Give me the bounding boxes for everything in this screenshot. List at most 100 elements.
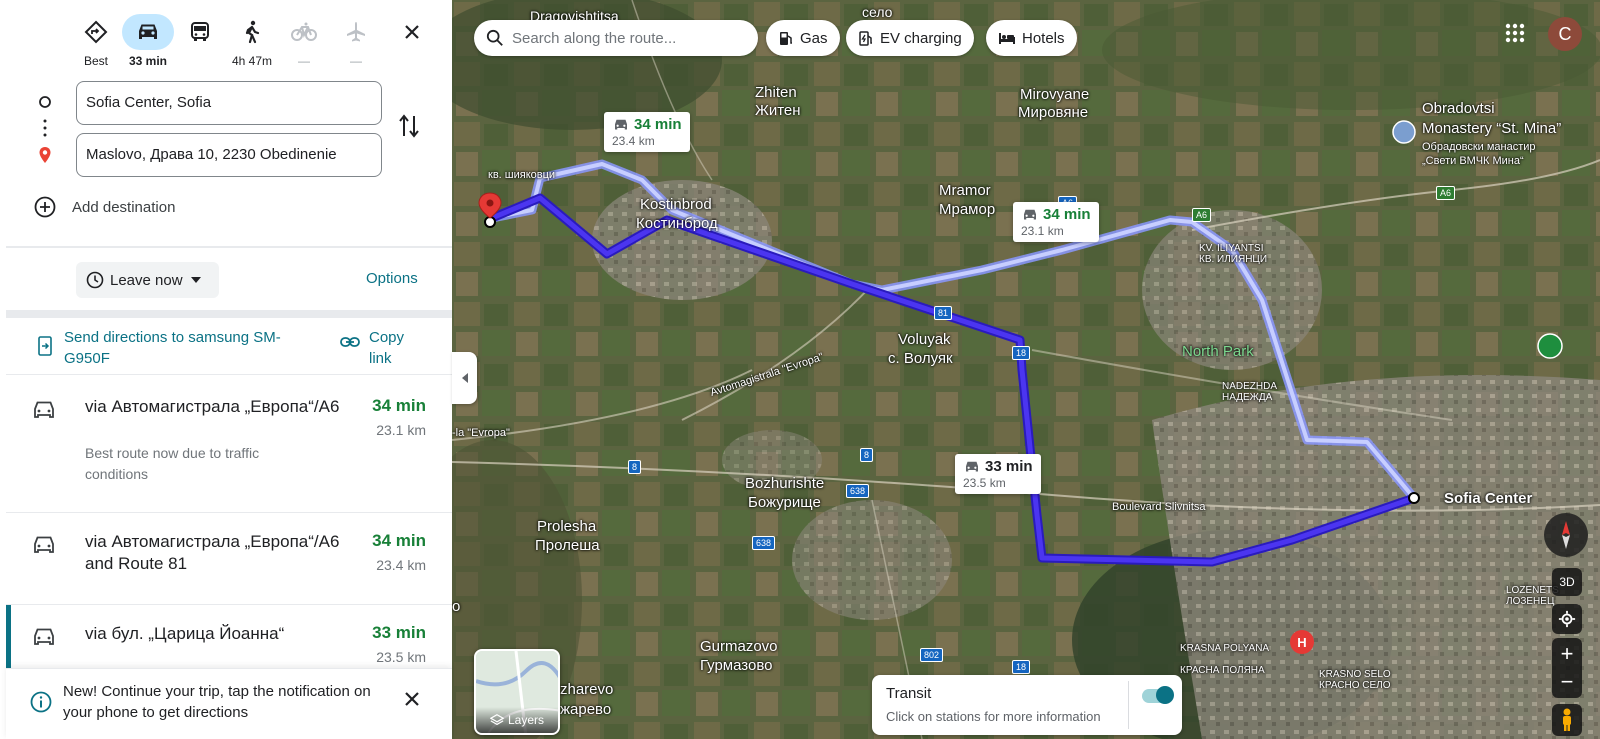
- road-shield: 18: [1012, 660, 1031, 674]
- road-shield: 638: [752, 536, 776, 550]
- place-label: „Свети ВМЧК Мина“: [1422, 155, 1524, 167]
- origin-input[interactable]: Sofia Center, Sofia: [76, 81, 382, 125]
- search-placeholder: Search along the route...: [512, 29, 677, 47]
- info-icon: [30, 691, 52, 713]
- transit-layer-card: Transit Click on stations for more infor…: [872, 675, 1182, 735]
- place-label: Zhiten: [755, 84, 797, 101]
- collapse-panel-button[interactable]: [452, 352, 477, 404]
- transit-subtitle: Click on stations for more information: [886, 709, 1101, 724]
- leave-now-dropdown[interactable]: Leave now: [76, 262, 219, 298]
- mode-flights[interactable]: —: [330, 14, 382, 70]
- mode-driving[interactable]: 33 min: [122, 14, 174, 70]
- walking-icon: [245, 20, 260, 44]
- bed-icon: [999, 33, 1015, 44]
- mode-walking[interactable]: 4h 47m: [226, 14, 278, 70]
- hotels-chip[interactable]: Hotels: [986, 20, 1077, 56]
- add-circle-icon: [34, 196, 56, 218]
- place-label: жарево: [560, 701, 612, 718]
- route-option[interactable]: via Автомагистрала „Европа“/A6 and Route…: [6, 513, 452, 605]
- route-distance: 23.4 km: [376, 557, 426, 573]
- route-callout[interactable]: 33 min 23.5 km: [955, 454, 1041, 494]
- place-label: Костинброд: [636, 215, 718, 232]
- svg-text:H: H: [1297, 635, 1306, 650]
- zoom-in-button[interactable]: +: [1561, 640, 1574, 668]
- clock-icon: [86, 271, 104, 289]
- road-shield: A6: [1192, 208, 1212, 222]
- car-icon: [1024, 209, 1036, 219]
- link-icon: [340, 337, 360, 347]
- zoom-controls: + −: [1552, 638, 1582, 698]
- road-label: Boulevard Slivnitsa: [1112, 501, 1206, 513]
- route-title: via бул. „Царица Йоанна“: [85, 624, 285, 643]
- place-label: LOZENETS: [1506, 585, 1559, 596]
- chevron-down-icon: [190, 277, 201, 283]
- compass-control[interactable]: [1544, 513, 1588, 557]
- apps-grid-icon: [1505, 23, 1525, 43]
- route-option[interactable]: via Автомагистрала „Европа“/A6 Best rout…: [6, 378, 452, 513]
- place-label: Божурище: [748, 494, 821, 511]
- road-shield: A6: [1436, 186, 1456, 200]
- pegman-icon: [1563, 708, 1571, 731]
- bus-icon: [191, 22, 209, 41]
- caret-left-icon: [461, 373, 468, 383]
- mode-transit[interactable]: [174, 14, 226, 70]
- road-shield: 18: [1012, 346, 1031, 360]
- notification-banner: New! Continue your trip, tap the notific…: [6, 668, 452, 739]
- road-shield: 8: [860, 448, 874, 462]
- travel-mode-bar: Best 33 min 4h 47m — —: [70, 14, 380, 70]
- route-callout[interactable]: 34 min 23.4 km: [604, 112, 690, 152]
- options-button[interactable]: Options: [366, 270, 418, 287]
- close-icon: [405, 25, 419, 39]
- bicycle-icon: [291, 22, 317, 41]
- search-icon: [486, 29, 503, 46]
- road-label: -la "Evropa": [452, 427, 510, 439]
- park-marker[interactable]: [1537, 333, 1563, 359]
- layers-button[interactable]: Layers: [474, 649, 560, 735]
- route-description: Best route now due to traffic conditions: [85, 445, 260, 482]
- close-directions-button[interactable]: [398, 18, 426, 46]
- transit-toggle[interactable]: [1142, 686, 1174, 704]
- google-apps-button[interactable]: [1500, 18, 1530, 48]
- road-shield: 8: [628, 460, 642, 474]
- place-label: zharevo: [560, 681, 614, 698]
- route-callout[interactable]: 34 min 23.1 km: [1013, 202, 1099, 242]
- car-icon: [34, 401, 54, 418]
- place-label: Мрамор: [939, 201, 996, 218]
- place-label: село: [862, 4, 893, 20]
- close-icon[interactable]: [404, 691, 420, 707]
- place-label: КВ. ИЛИЯНЦИ: [1199, 254, 1268, 265]
- gas-chip[interactable]: Gas: [766, 20, 840, 56]
- route-distance: 23.5 km: [376, 649, 426, 665]
- car-icon: [34, 536, 54, 553]
- destination-pin-icon: [39, 147, 51, 163]
- notification-text: New! Continue your trip, tap the notific…: [63, 683, 371, 721]
- 3d-button[interactable]: 3D: [1552, 568, 1582, 596]
- zoom-out-button[interactable]: −: [1561, 668, 1574, 696]
- route-time: 33 min: [372, 623, 426, 642]
- place-label: Обрадовски манастир: [1422, 141, 1536, 153]
- send-directions-link[interactable]: Send directions to samsung SM-G950F: [64, 327, 314, 369]
- origin-marker[interactable]: [1408, 492, 1420, 504]
- route-distance: 23.1 km: [376, 422, 426, 438]
- road-shield: 81: [934, 306, 953, 320]
- monastery-marker[interactable]: [1392, 120, 1416, 144]
- add-destination-button[interactable]: Add destination: [34, 196, 175, 218]
- place-label: Sofia Center: [1444, 490, 1533, 507]
- swap-waypoints-button[interactable]: [398, 112, 426, 144]
- mode-best[interactable]: Best: [70, 14, 122, 70]
- street-view-pegman[interactable]: [1552, 704, 1582, 736]
- place-label: ЛОЗЕНЕЦ: [1506, 596, 1555, 607]
- map-view[interactable]: H A681188863863880218A6A6 Dragovishtitsa…: [452, 0, 1600, 739]
- ev-charging-chip[interactable]: EV charging: [846, 20, 974, 56]
- copy-link-button[interactable]: Copy link: [369, 327, 429, 369]
- route-option-selected[interactable]: via бул. „Царица Йоанна“ 33 min 23.5 km: [6, 605, 452, 668]
- account-avatar[interactable]: C: [1548, 17, 1582, 51]
- destination-input[interactable]: Maslovo, Драва 10, 2230 Obedinenie: [76, 133, 382, 177]
- search-along-route[interactable]: Search along the route...: [474, 20, 758, 56]
- road-shield: 638: [846, 484, 870, 498]
- my-location-button[interactable]: [1552, 604, 1582, 634]
- road-shield: 802: [920, 648, 944, 662]
- hospital-marker[interactable]: H: [1290, 630, 1314, 654]
- mode-cycling[interactable]: —: [278, 14, 330, 70]
- route-title: via Автомагистрала „Европа“/A6: [85, 397, 340, 416]
